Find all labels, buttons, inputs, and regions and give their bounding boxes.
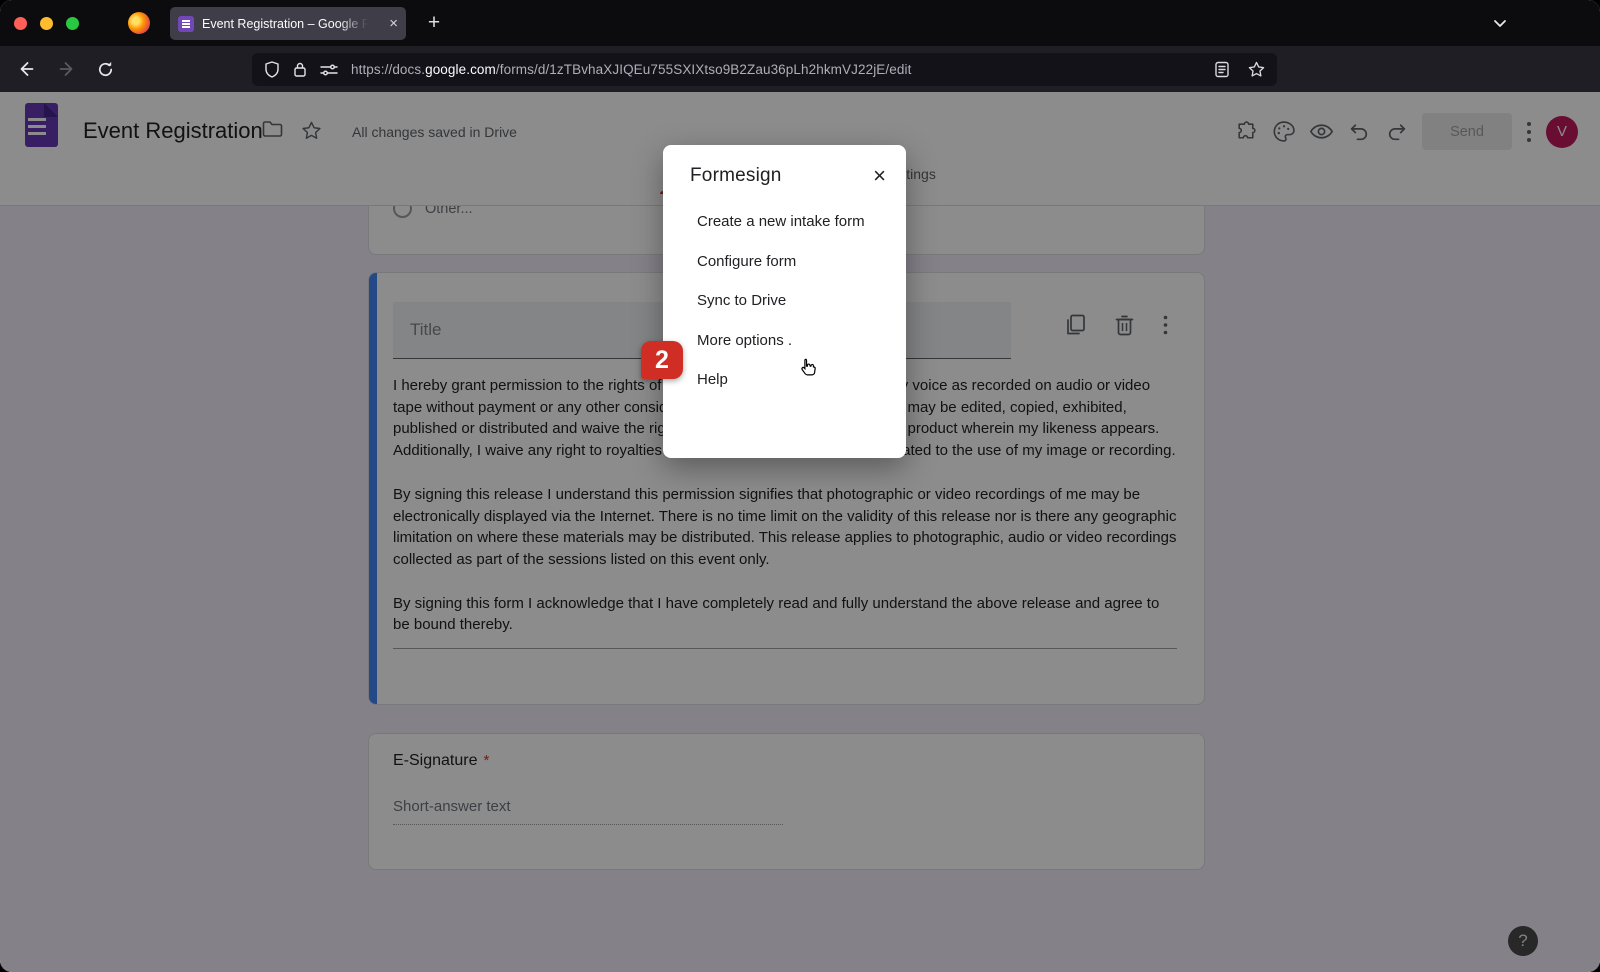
browser-tab[interactable]: Event Registration – Google For × (170, 7, 406, 40)
firefox-icon (128, 12, 150, 34)
browser-toolbar: https://docs.google.com/forms/d/1zTBvhaX… (0, 46, 1600, 92)
list-tabs-chevron-icon[interactable] (1486, 9, 1514, 37)
permissions-sliders-icon[interactable] (320, 63, 338, 77)
browser-tab-bar: Event Registration – Google For × + (0, 0, 1600, 46)
tracking-shield-icon[interactable] (264, 61, 280, 78)
url-bar[interactable]: https://docs.google.com/forms/d/1zTBvhaX… (252, 53, 1277, 86)
menu-item-configure-form[interactable]: Configure form (697, 253, 886, 270)
forward-button[interactable] (51, 54, 81, 84)
url-scheme: https://docs. (351, 62, 425, 77)
menu-item-more-options[interactable]: More options . (697, 332, 886, 349)
dialog-title: Formesign (690, 165, 782, 187)
window-controls (14, 17, 79, 30)
close-window-button[interactable] (14, 17, 27, 30)
google-forms-favicon (178, 16, 194, 32)
step-badge: 2 (641, 341, 683, 379)
menu-item-sync-to-drive[interactable]: Sync to Drive (697, 292, 886, 309)
browser-window: Event Registration – Google For × + (0, 0, 1600, 972)
url-text[interactable]: https://docs.google.com/forms/d/1zTBvhaX… (351, 62, 1204, 77)
new-tab-button[interactable]: + (420, 9, 448, 37)
reader-mode-icon[interactable] (1214, 61, 1230, 78)
url-domain: google.com (425, 62, 496, 77)
tab-close-icon[interactable]: × (389, 15, 398, 32)
minimize-window-button[interactable] (40, 17, 53, 30)
tab-title: Event Registration – Google For (202, 17, 368, 31)
menu-item-create-intake-form[interactable]: Create a new intake form (697, 213, 886, 230)
lock-icon[interactable] (293, 61, 307, 78)
hand-cursor-icon (797, 356, 819, 378)
dialog-close-icon[interactable]: × (873, 165, 886, 187)
back-button[interactable] (12, 54, 42, 84)
reload-button[interactable] (90, 54, 120, 84)
menu-item-help[interactable]: Help (697, 371, 886, 388)
zoom-window-button[interactable] (66, 17, 79, 30)
bookmark-star-icon[interactable] (1248, 61, 1265, 78)
url-path: /forms/d/1zTBvhaXJIQEu755SXIXtso9B2Zau36… (496, 62, 912, 77)
formesign-dialog: Formesign × Create a new intake form Con… (663, 145, 906, 458)
